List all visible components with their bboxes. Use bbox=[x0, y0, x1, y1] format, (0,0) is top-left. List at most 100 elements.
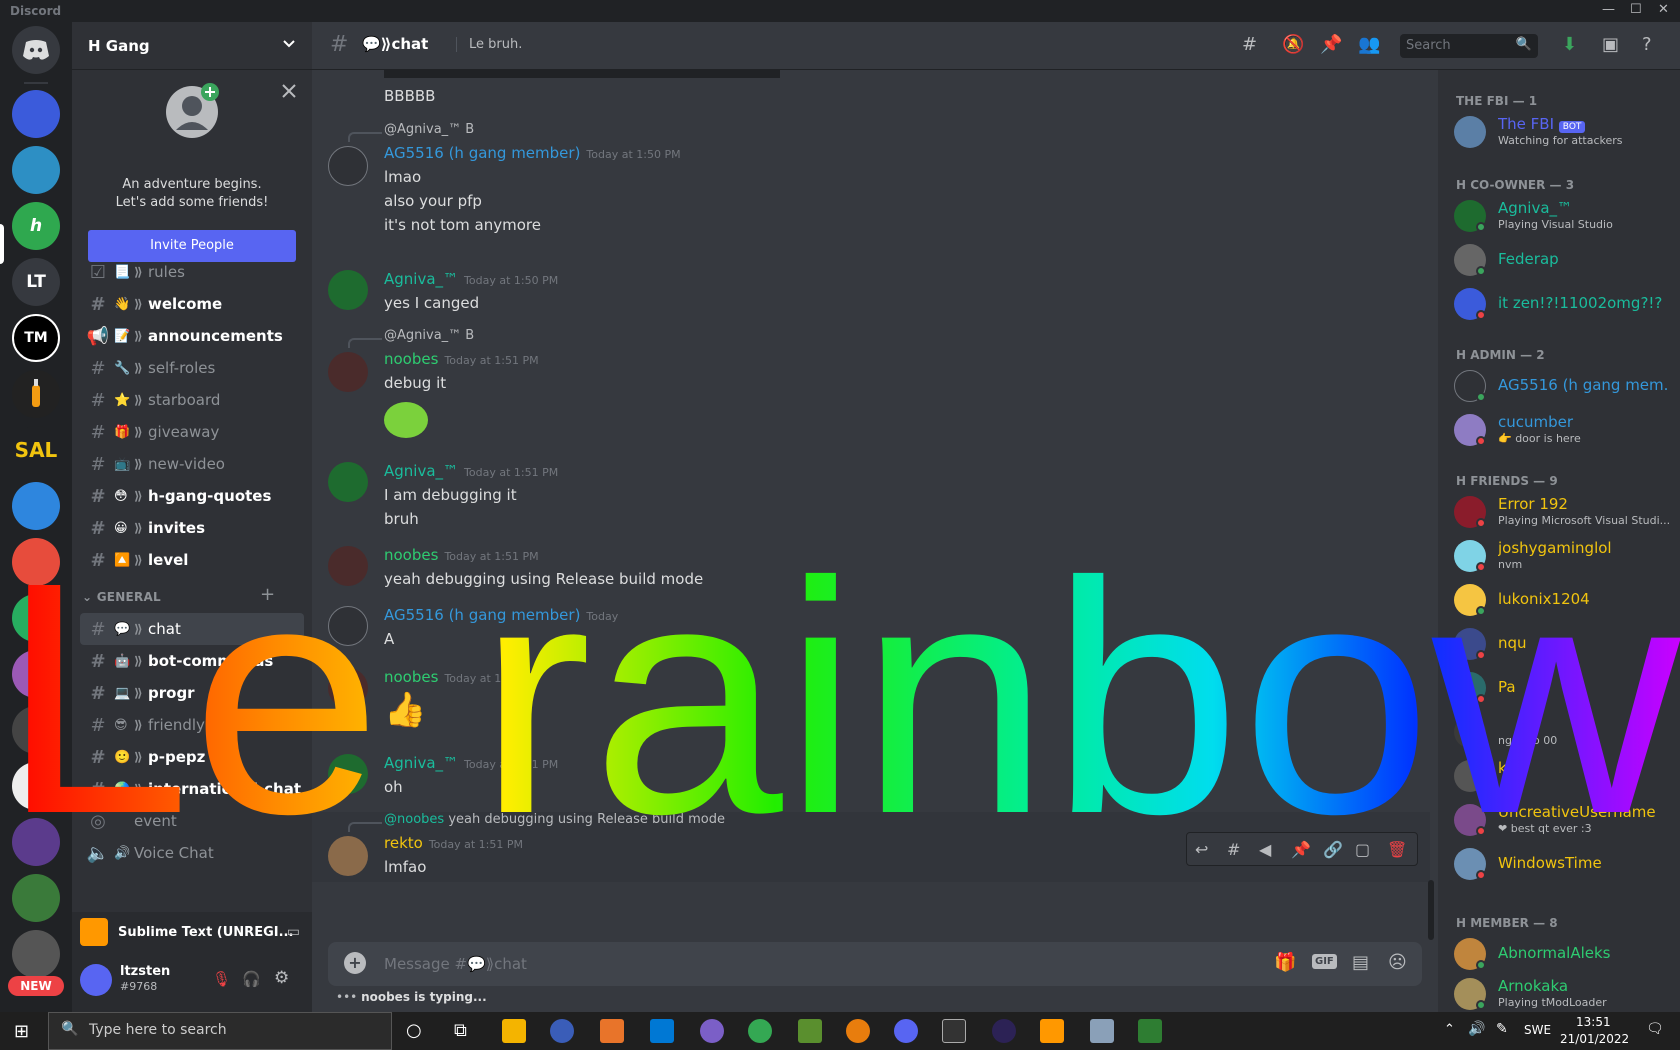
member-item[interactable]: Federap bbox=[1454, 238, 1674, 282]
channel-level[interactable]: # 🔼 ⟫ level bbox=[80, 544, 304, 576]
app-icon[interactable] bbox=[992, 1019, 1016, 1043]
headphones-icon[interactable]: 🎧 bbox=[242, 970, 261, 988]
member-item[interactable]: AbnormalAleks bbox=[1454, 932, 1674, 976]
member-item[interactable]: Agniva_™ Playing Visual Studio bbox=[1454, 194, 1674, 238]
attachment-image[interactable] bbox=[384, 70, 780, 78]
member-item[interactable]: WindowsTime bbox=[1454, 842, 1674, 886]
tray-chevron-icon[interactable]: ⌃ bbox=[1444, 1022, 1455, 1037]
message-author[interactable]: AG5516 (h gang member) Today at 1:50 PM bbox=[384, 144, 681, 162]
channel-self-roles[interactable]: # 🔧 ⟫ self-roles bbox=[80, 352, 304, 384]
member-item[interactable]: it zen!?!11002omg?!? bbox=[1454, 282, 1674, 326]
channel-chat[interactable]: # 💬 ⟫ chat bbox=[80, 613, 304, 645]
task-view-icon[interactable]: ⧉ bbox=[454, 1020, 467, 1041]
add-attachment-icon[interactable]: + bbox=[344, 952, 366, 974]
reply-icon[interactable]: ↩ bbox=[1195, 840, 1208, 859]
pin-icon[interactable]: 📌 bbox=[1291, 840, 1311, 859]
channel-bot-commands[interactable]: # 🤖 ⟫ bot-commands bbox=[80, 645, 304, 677]
download-icon[interactable]: ⬇ bbox=[1562, 34, 1586, 58]
reply-preview[interactable]: @noobes yeah debugging using Release bui… bbox=[384, 812, 725, 827]
avatar[interactable] bbox=[328, 836, 368, 876]
server-icon[interactable] bbox=[12, 650, 60, 698]
clock-date[interactable]: 21/01/2022 bbox=[1560, 1032, 1629, 1046]
member-item[interactable]: cucumber 👉 door is here bbox=[1454, 408, 1674, 452]
server-icon[interactable] bbox=[12, 482, 60, 530]
avatar[interactable] bbox=[328, 462, 368, 502]
windows-start-icon[interactable]: ⊞ bbox=[14, 1021, 29, 1042]
help-icon[interactable]: ? bbox=[1642, 34, 1666, 58]
channel-progr[interactable]: # 💻 ⟫ progr bbox=[80, 677, 304, 709]
member-item[interactable]: Pa bbox=[1454, 666, 1674, 710]
emoji-picker-icon[interactable]: ☹ bbox=[1388, 952, 1407, 973]
channel-friendly[interactable]: # 😎 ⟫ friendly bbox=[80, 709, 304, 741]
server-icon[interactable] bbox=[12, 90, 60, 138]
discord-icon[interactable] bbox=[894, 1019, 918, 1043]
avatar[interactable] bbox=[328, 146, 368, 186]
member-item[interactable]: kto bbox=[1454, 754, 1674, 798]
channel-event[interactable]: ◎ event bbox=[80, 805, 304, 837]
sticker-icon[interactable]: ▤ bbox=[1352, 952, 1369, 973]
channel-international-chat[interactable]: # 🌏 ⟫ international-chat bbox=[80, 773, 304, 805]
volume-icon[interactable]: 🔊 bbox=[1468, 1021, 1485, 1037]
member-item[interactable]: ng foob 00 bbox=[1454, 710, 1674, 754]
avatar[interactable] bbox=[328, 352, 368, 392]
app-icon[interactable] bbox=[700, 1019, 724, 1043]
channel-voice-chat[interactable]: 🔈 🔊 Voice Chat bbox=[80, 837, 304, 869]
reply-preview[interactable]: @Agniva_™ B bbox=[384, 122, 474, 137]
pin-icon[interactable]: 📌 bbox=[1320, 34, 1344, 58]
channel-new-video[interactable]: # 📺 ⟫ new-video bbox=[80, 448, 304, 480]
server-icon[interactable] bbox=[12, 594, 60, 642]
app-icon[interactable] bbox=[600, 1019, 624, 1043]
member-item[interactable]: UncreativeUsername ❤ best qt ever :3 bbox=[1454, 798, 1674, 842]
avatar[interactable] bbox=[328, 668, 368, 708]
server-icon[interactable] bbox=[12, 930, 60, 978]
message-author[interactable]: AG5516 (h gang member) Today bbox=[384, 606, 618, 624]
copy-id-icon[interactable]: ▢ bbox=[1355, 840, 1370, 859]
cortana-icon[interactable]: ○ bbox=[406, 1020, 422, 1041]
message-author[interactable]: noobes Today at 1:51 PM bbox=[384, 350, 539, 368]
gif-icon[interactable]: GIF bbox=[1312, 954, 1337, 969]
server-icon[interactable] bbox=[12, 818, 60, 866]
avatar[interactable] bbox=[328, 546, 368, 586]
scrollbar[interactable] bbox=[1428, 880, 1434, 940]
app-icon[interactable] bbox=[550, 1019, 574, 1043]
avatar[interactable] bbox=[80, 964, 112, 996]
message-composer[interactable]: + Message #💬⟫chat 🎁 GIF ▤ ☹ bbox=[328, 942, 1422, 986]
channel-starboard[interactable]: # ⭐ ⟫ starboard bbox=[80, 384, 304, 416]
gift-icon[interactable]: 🎁 bbox=[1274, 952, 1296, 973]
search-input[interactable]: Search 🔍 bbox=[1400, 34, 1538, 58]
message-author[interactable]: rekto Today at 1:51 PM bbox=[384, 834, 523, 852]
server-icon-lt[interactable]: LT bbox=[12, 258, 60, 306]
server-icon[interactable] bbox=[12, 706, 60, 754]
maximize-button[interactable]: ☐ bbox=[1630, 2, 1642, 17]
file-explorer-icon[interactable] bbox=[502, 1019, 526, 1043]
member-item[interactable]: joshygaminglol nvm bbox=[1454, 534, 1674, 578]
notification-bell-icon[interactable]: 🔕 bbox=[1282, 34, 1306, 58]
message-author[interactable]: Agniva_™ Today at 1:50 PM bbox=[384, 270, 558, 288]
member-item[interactable]: Arnokaka Playing tModLoader bbox=[1454, 972, 1674, 1012]
home-button[interactable] bbox=[12, 26, 60, 74]
app-icon[interactable] bbox=[1090, 1019, 1114, 1043]
pen-icon[interactable]: ✎ bbox=[1496, 1021, 1508, 1037]
message-author[interactable]: noobes Today at 1:51 PM bbox=[384, 546, 539, 564]
h-gang-server-icon[interactable]: h bbox=[12, 202, 60, 250]
channel-pepz[interactable]: # 🙂 ⟫ p-pepz bbox=[80, 741, 304, 773]
avatar[interactable] bbox=[328, 606, 368, 646]
close-icon[interactable] bbox=[282, 84, 296, 98]
blender-icon[interactable] bbox=[846, 1019, 870, 1043]
tag-icon[interactable]: ◀ bbox=[1259, 840, 1271, 859]
message-author[interactable]: Agniva_™ Today at 1:51 PM bbox=[384, 462, 558, 480]
clock-time[interactable]: 13:51 bbox=[1576, 1015, 1611, 1029]
taskbar-search-input[interactable]: 🔍 Type here to search bbox=[48, 1012, 392, 1050]
close-window-button[interactable]: ✕ bbox=[1658, 2, 1669, 17]
channel-welcome[interactable]: # 👋 ⟫ welcome bbox=[80, 288, 304, 320]
channel-giveaway[interactable]: # 🎁 ⟫ giveaway bbox=[80, 416, 304, 448]
server-icon[interactable] bbox=[12, 146, 60, 194]
channel-rules[interactable]: ☑ 📃 ⟫ rules bbox=[80, 256, 304, 288]
store-icon[interactable] bbox=[650, 1019, 674, 1043]
link-icon[interactable]: 🔗 bbox=[1323, 840, 1343, 859]
member-item[interactable]: Error 192 Playing Microsoft Visual Studi… bbox=[1454, 490, 1674, 534]
message-author[interactable]: Agniva_™ Today at 1:51 PM bbox=[384, 754, 558, 772]
gear-icon[interactable]: ⚙ bbox=[274, 968, 289, 988]
terminal-icon[interactable] bbox=[942, 1019, 966, 1043]
minecraft-icon[interactable] bbox=[798, 1019, 822, 1043]
